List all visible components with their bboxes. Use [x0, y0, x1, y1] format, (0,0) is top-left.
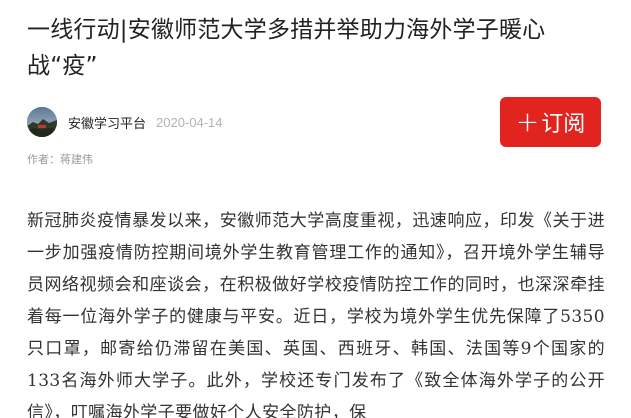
- avatar-icon[interactable]: [27, 107, 57, 137]
- source-name[interactable]: 安徽学习平台: [68, 113, 146, 132]
- article-meta: 安徽学习平台 2020-04-14: [27, 106, 223, 138]
- author-byline: 作者：蒋建伟: [27, 153, 93, 166]
- article-title: 一线行动|安徽师范大学多措并举助力海外学子暖心战“疫”: [27, 17, 546, 79]
- subscribe-label: 订阅: [541, 112, 586, 137]
- article-page: 一线行动|安徽师范大学多措并举助力海外学子暖心战“疫” 安徽学习平台 2020-…: [0, 0, 631, 418]
- article-body: 新冠肺炎疫情暴发以来，安徽师范大学高度重视，迅速响应，印发《关于进一步加强疫情防…: [27, 211, 605, 418]
- subscribe-button[interactable]: + 订阅: [500, 97, 601, 147]
- plus-icon: +: [515, 105, 540, 138]
- publish-date: 2020-04-14: [156, 114, 223, 130]
